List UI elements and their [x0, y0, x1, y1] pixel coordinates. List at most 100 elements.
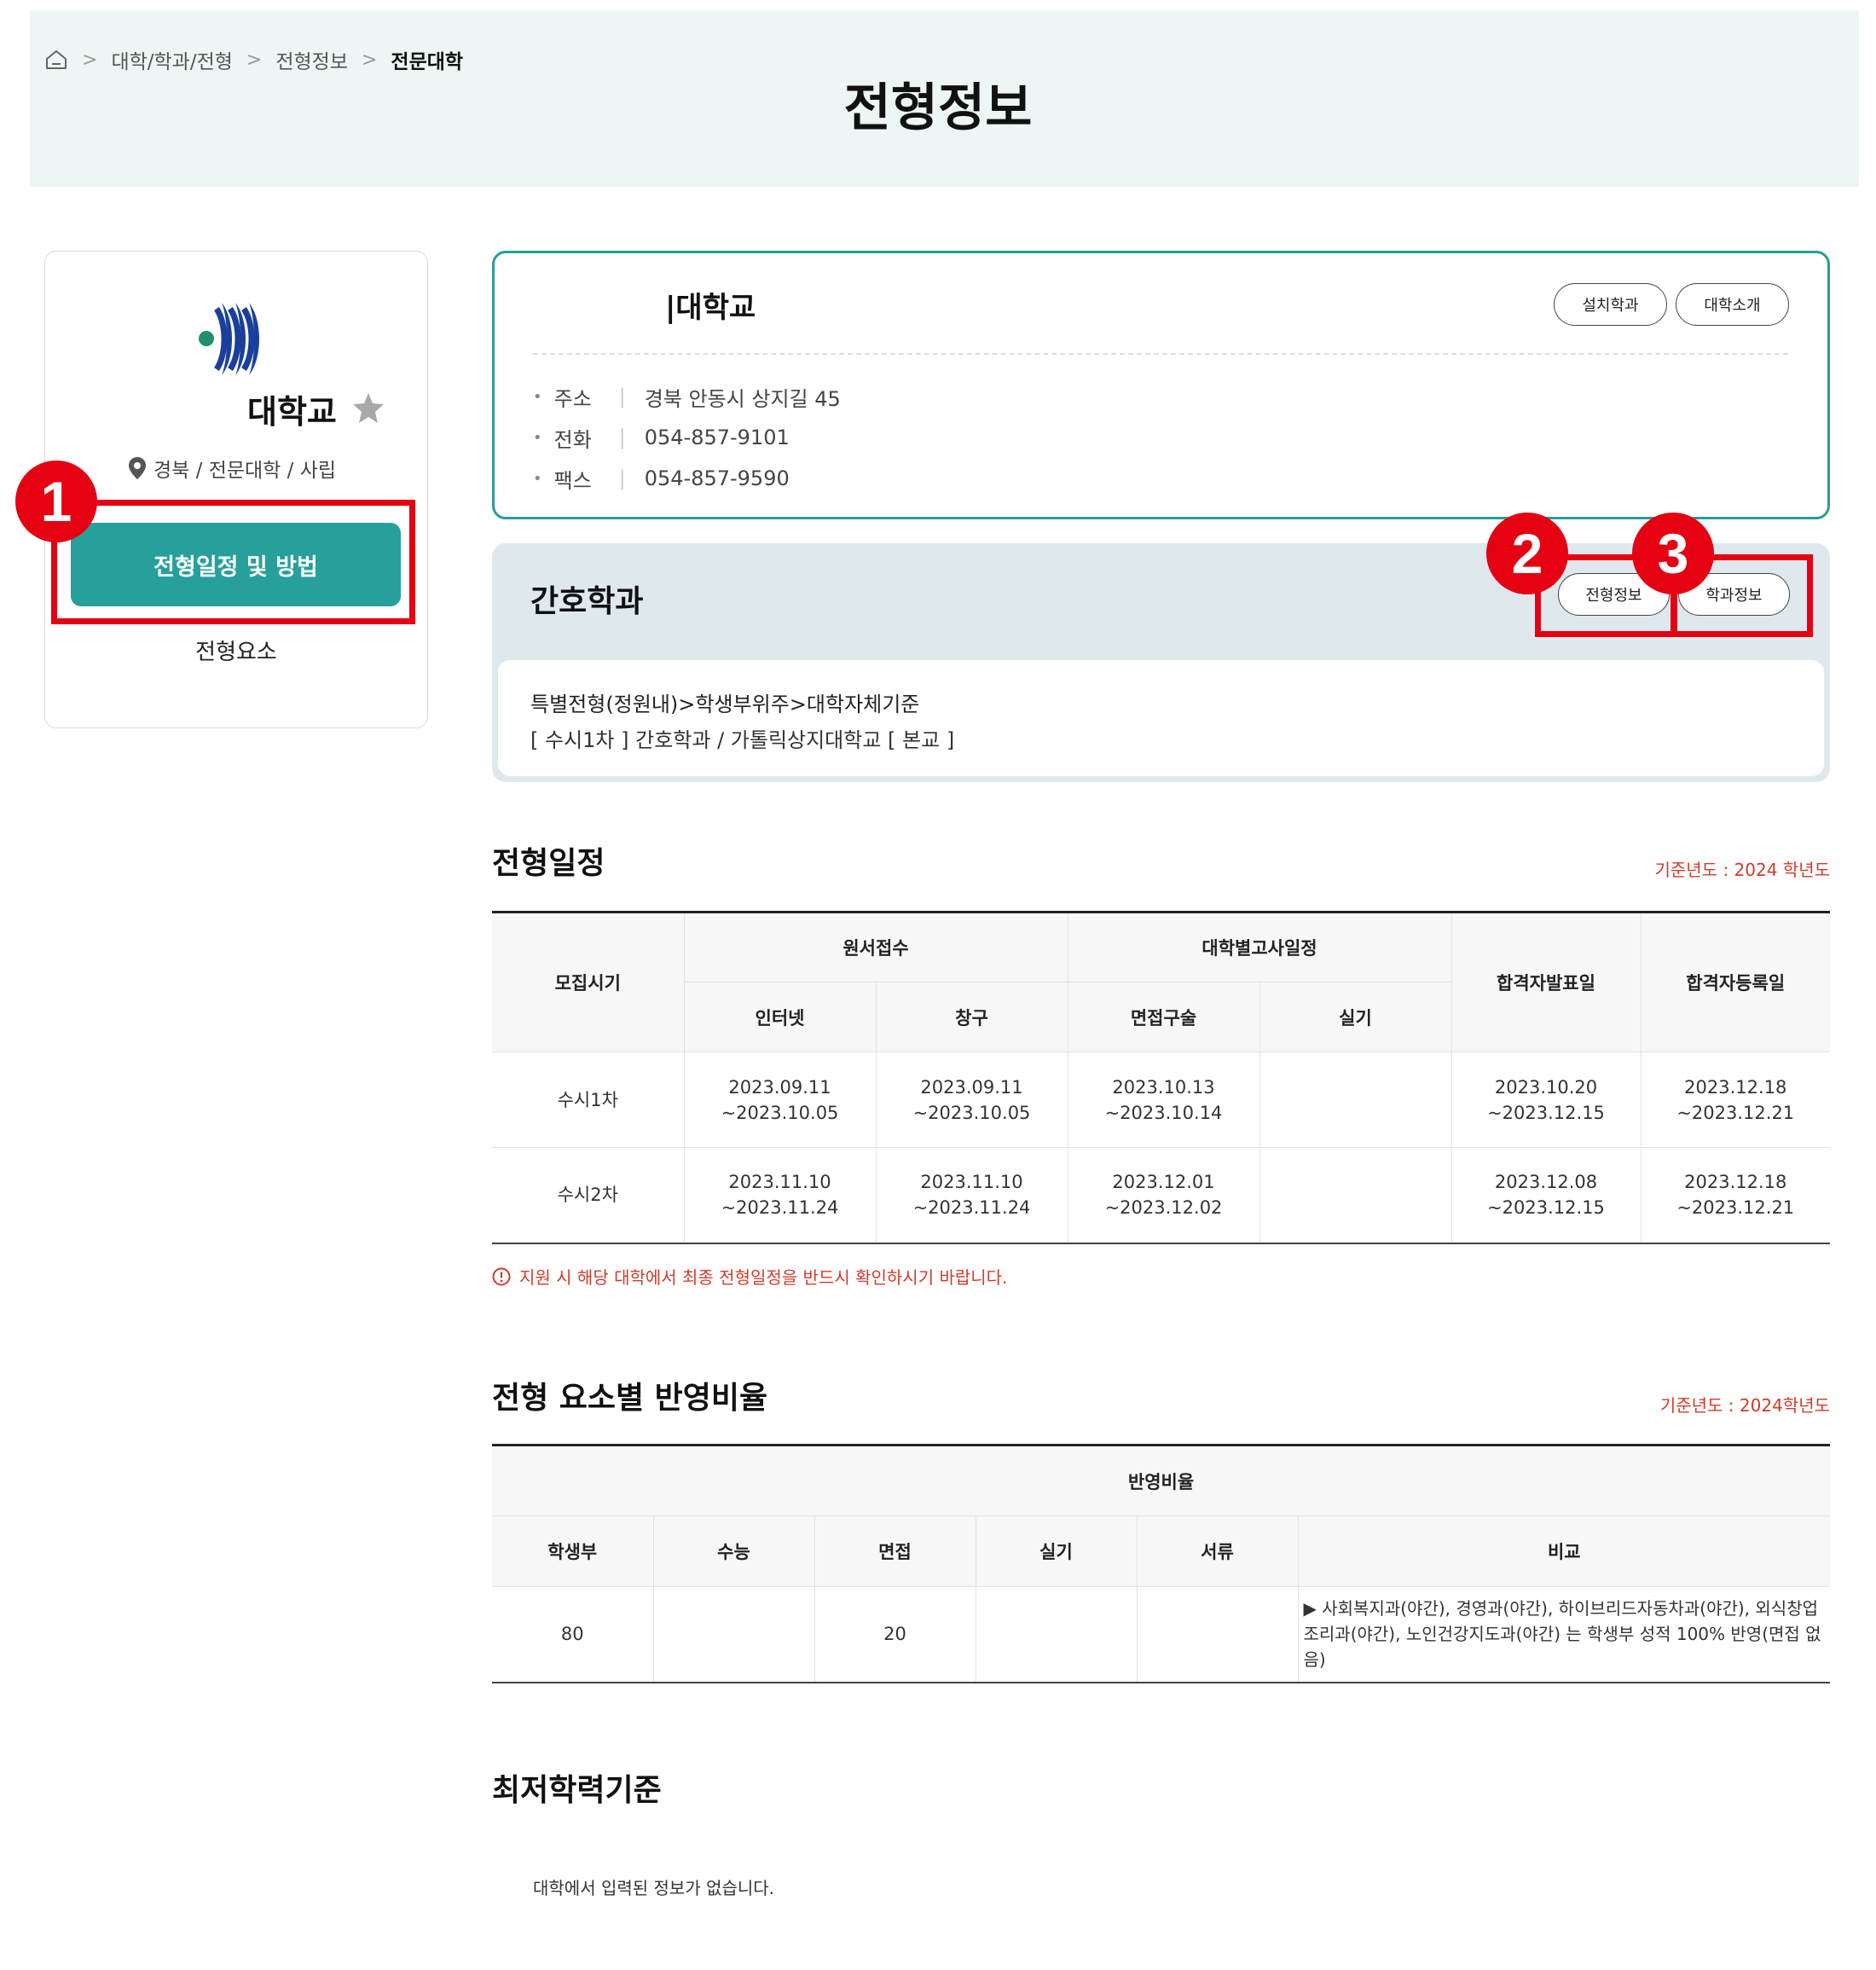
- info-label: 팩스: [553, 468, 592, 493]
- university-logo: [199, 303, 259, 375]
- warning-text: 지원 시 해당 대학에서 최종 전형일정을 반드시 확인하시기 바랍니다.: [519, 1267, 1008, 1288]
- date-end: ~2023.10.14: [1104, 1102, 1223, 1123]
- cell-interview: 20: [814, 1586, 976, 1683]
- annotation-badge-3: 3: [1632, 513, 1714, 594]
- header-register: 합격자등록일: [1640, 912, 1830, 1052]
- page-title: 전형정보: [843, 78, 1033, 138]
- schedule-base-year: 기준년도 : 2024 학년도: [1654, 860, 1830, 880]
- separator: |: [618, 385, 626, 408]
- installed-departments-button[interactable]: 설치학과: [1554, 283, 1667, 326]
- header-exam: 대학별고사일정: [1067, 912, 1452, 982]
- info-value: 054-857-9101: [644, 426, 790, 449]
- date-end: ~2023.11.24: [721, 1197, 839, 1219]
- annotation-badge-1: 1: [15, 461, 97, 542]
- header-application: 원서접수: [683, 912, 1068, 982]
- cell-register: 2023.12.18 ~2023.12.21: [1640, 1147, 1830, 1243]
- department-title: 간호학과: [530, 584, 644, 619]
- school-title: |대학교: [665, 291, 756, 325]
- cell-announce: 2023.10.20 ~2023.12.15: [1450, 1052, 1642, 1148]
- date-start: 2023.09.11: [728, 1076, 831, 1098]
- date-start: 2023.12.01: [1112, 1172, 1215, 1193]
- date-end: ~2023.10.05: [721, 1102, 839, 1123]
- info-row-fax: • 팩스 | 054-857-9590: [533, 464, 790, 493]
- university-intro-button[interactable]: 대학소개: [1676, 283, 1789, 326]
- header-record: 학생부: [492, 1515, 654, 1587]
- table-row: 수시1차 2023.09.11 ~2023.10.05 2023.09.11 ~20…: [492, 1052, 1830, 1148]
- info-value: 054-857-9590: [644, 466, 790, 490]
- date-start: 2023.10.13: [1112, 1076, 1215, 1098]
- header-remarks: 비교: [1297, 1515, 1831, 1587]
- min-standard-title: 최저학력기준: [492, 1773, 662, 1808]
- date-end: ~2023.12.21: [1676, 1102, 1795, 1123]
- annotation-box-1: [51, 500, 415, 624]
- selection-elements-link[interactable]: 전형요소: [44, 634, 428, 666]
- cell-internet: 2023.11.10 ~2023.11.24: [683, 1147, 877, 1243]
- ratio-title: 전형 요소별 반영비율: [492, 1381, 768, 1416]
- ratio-table: 반영비율 학생부 수능 면접 실기 서류 비교 80 20 ▶ 사회복지과(야간…: [492, 1444, 1831, 1683]
- location-pin-icon: [129, 457, 146, 479]
- header-window: 창구: [875, 982, 1068, 1052]
- cell-record: 80: [492, 1586, 654, 1683]
- header-interview: 면접구술: [1067, 982, 1260, 1052]
- cell-period: 수시2차: [492, 1147, 685, 1243]
- bullet: •: [533, 387, 542, 406]
- university-location: 경북 / 전문대학 / 사립: [128, 454, 336, 483]
- cell-period: 수시1차: [492, 1052, 685, 1148]
- date-start: 2023.11.10: [728, 1172, 831, 1193]
- info-row-address: • 주소 | 경북 안동시 상지길 45: [533, 382, 841, 411]
- location-text: 경북 / 전문대학 / 사립: [153, 460, 337, 482]
- admission-program: [ 수시1차 ] 간호학과 / 가톨릭상지대학교 [ 본교 ]: [530, 728, 955, 752]
- date-start: 2023.12.08: [1494, 1172, 1598, 1193]
- schedule-warning: 지원 시 해당 대학에서 최종 전형일정을 반드시 확인하시기 바랍니다.: [492, 1264, 1007, 1289]
- header-period: 모집시기: [492, 912, 685, 1052]
- bullet: •: [533, 428, 542, 447]
- cell-internet: 2023.09.11 ~2023.10.05: [683, 1052, 877, 1148]
- info-label: 주소: [553, 386, 592, 411]
- bullet: •: [533, 469, 542, 488]
- star-icon[interactable]: [351, 391, 385, 425]
- cell-practical: [1259, 1052, 1452, 1148]
- info-value: 경북 안동시 상지길 45: [644, 386, 841, 411]
- cell-window: 2023.11.10 ~2023.11.24: [875, 1147, 1068, 1243]
- header-internet: 인터넷: [684, 982, 877, 1052]
- header-documents: 서류: [1136, 1515, 1299, 1587]
- date-end: ~2023.12.21: [1676, 1197, 1795, 1219]
- cell-interview: 2023.12.01 ~2023.12.02: [1067, 1147, 1260, 1243]
- separator: |: [618, 426, 626, 449]
- header-ratio-group: 반영비율: [492, 1445, 1831, 1516]
- header-practical: 실기: [1259, 982, 1451, 1052]
- separator: |: [618, 466, 626, 490]
- cell-register: 2023.12.18 ~2023.12.21: [1640, 1052, 1830, 1148]
- ratio-base-year: 기준년도 : 2024학년도: [1659, 1395, 1830, 1416]
- university-name: 대학교: [247, 393, 337, 431]
- header-announce: 합격자발표일: [1450, 912, 1642, 1052]
- date-end: ~2023.12.02: [1104, 1197, 1223, 1219]
- schedule-title: 전형일정: [492, 846, 605, 881]
- header-interview: 면접: [814, 1515, 976, 1587]
- header-practical: 실기: [975, 1515, 1138, 1587]
- cell-interview: 2023.10.13 ~2023.10.14: [1067, 1052, 1260, 1148]
- date-end: ~2023.10.05: [912, 1102, 1031, 1123]
- department-detail-box: [498, 660, 1824, 776]
- table-row: 수시2차 2023.11.10 ~2023.11.24 2023.11.10 ~20…: [492, 1147, 1830, 1243]
- cell-csat: [652, 1586, 815, 1683]
- cell-window: 2023.09.11 ~2023.10.05: [875, 1052, 1068, 1148]
- schedule-table: 모집시기 원서접수 대학별고사일정 합격자발표일 합격자등록일 인터넷 창구 면…: [492, 911, 1830, 1244]
- cell-announce: 2023.12.08 ~2023.12.15: [1450, 1147, 1642, 1243]
- date-end: ~2023.12.15: [1487, 1197, 1605, 1219]
- date-start: 2023.12.18: [1684, 1172, 1787, 1193]
- cell-practical: [1259, 1147, 1452, 1243]
- admission-type: 특별전형(정원내)>학생부위주>대학자체기준: [530, 692, 920, 716]
- info-label: 전화: [553, 427, 592, 452]
- date-end: ~2023.12.15: [1487, 1102, 1605, 1123]
- date-start: 2023.09.11: [920, 1076, 1023, 1098]
- header-csat: 수능: [652, 1515, 815, 1587]
- divider: [533, 353, 1788, 355]
- table-row: 80 20 ▶ 사회복지과(야간), 경영과(야간), 하이브리드자동차과(야간…: [492, 1586, 1831, 1683]
- date-start: 2023.12.18: [1684, 1076, 1787, 1098]
- date-start: 2023.10.20: [1494, 1076, 1598, 1098]
- cell-remarks: ▶ 사회복지과(야간), 경영과(야간), 하이브리드자동차과(야간), 외식창…: [1297, 1586, 1831, 1683]
- cell-documents: [1136, 1586, 1299, 1683]
- empty-message: 대학에서 입력된 정보가 없습니다.: [533, 1878, 775, 1898]
- alert-circle-icon: [492, 1267, 511, 1285]
